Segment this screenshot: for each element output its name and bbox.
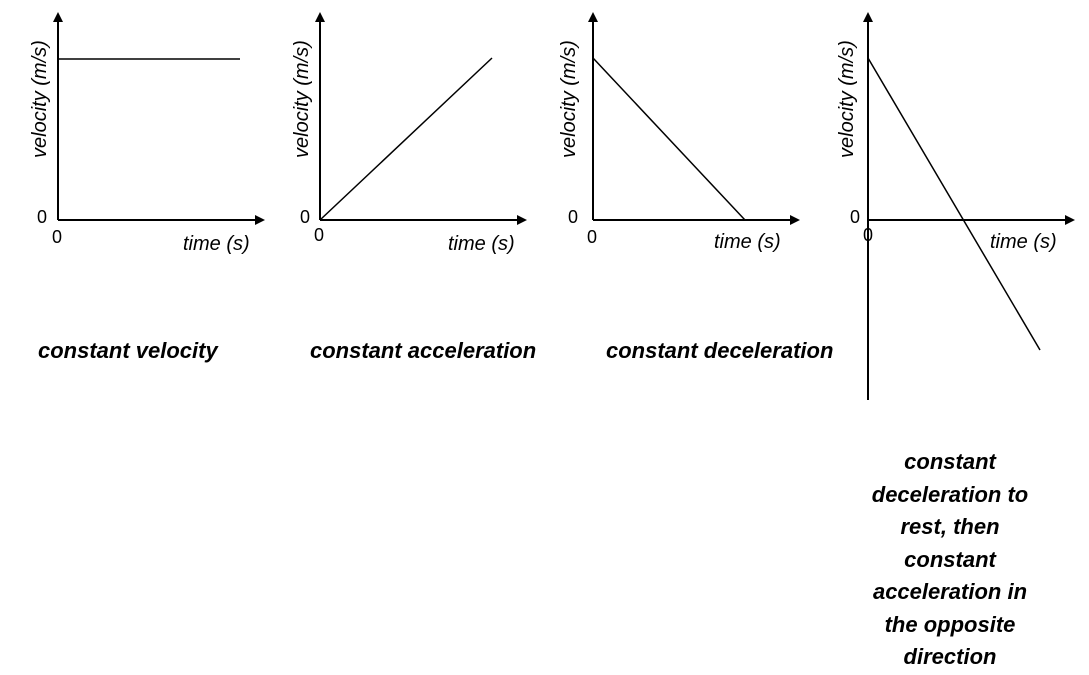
x-axis-label: time (s) xyxy=(183,233,250,255)
caption-deceleration-then-reverse-acceleration: constant deceleration to rest, then cons… xyxy=(871,449,1029,669)
x-axis-label: time (s) xyxy=(448,233,515,255)
x-origin-label: 0 xyxy=(52,227,62,247)
y-axis-label: velocity (m/s) xyxy=(558,40,580,158)
velocity-line xyxy=(867,57,1041,351)
velocity-line xyxy=(592,57,746,221)
x-axis-label: time (s) xyxy=(714,231,781,253)
y-axis-label: velocity (m/s) xyxy=(29,40,51,158)
caption-constant-acceleration: constant acceleration xyxy=(310,338,537,363)
caption-constant-velocity: constant velocity xyxy=(38,338,218,363)
y-axis-label: velocity (m/s) xyxy=(836,40,858,158)
caption-constant-deceleration: constant deceleration xyxy=(606,338,834,363)
y-axis-label: velocity (m/s) xyxy=(291,40,313,158)
x-origin-label: 0 xyxy=(314,225,324,245)
x-origin-label: 0 xyxy=(587,227,597,247)
y-origin-label: 0 xyxy=(300,207,310,227)
graph-deceleration-then-reverse-acceleration: velocity (m/s) time (s) 0 0 xyxy=(836,12,1075,400)
y-origin-label: 0 xyxy=(850,207,860,227)
x-origin-label: 0 xyxy=(863,225,873,245)
y-origin-label: 0 xyxy=(568,207,578,227)
velocity-line xyxy=(319,57,493,221)
graph-constant-acceleration: velocity (m/s) time (s) 0 0 xyxy=(291,12,527,255)
x-axis-label: time (s) xyxy=(990,231,1057,253)
graph-constant-velocity: velocity (m/s) time (s) 0 0 xyxy=(29,12,265,255)
y-origin-label: 0 xyxy=(37,207,47,227)
graph-constant-deceleration: velocity (m/s) time (s) 0 0 xyxy=(558,12,800,253)
